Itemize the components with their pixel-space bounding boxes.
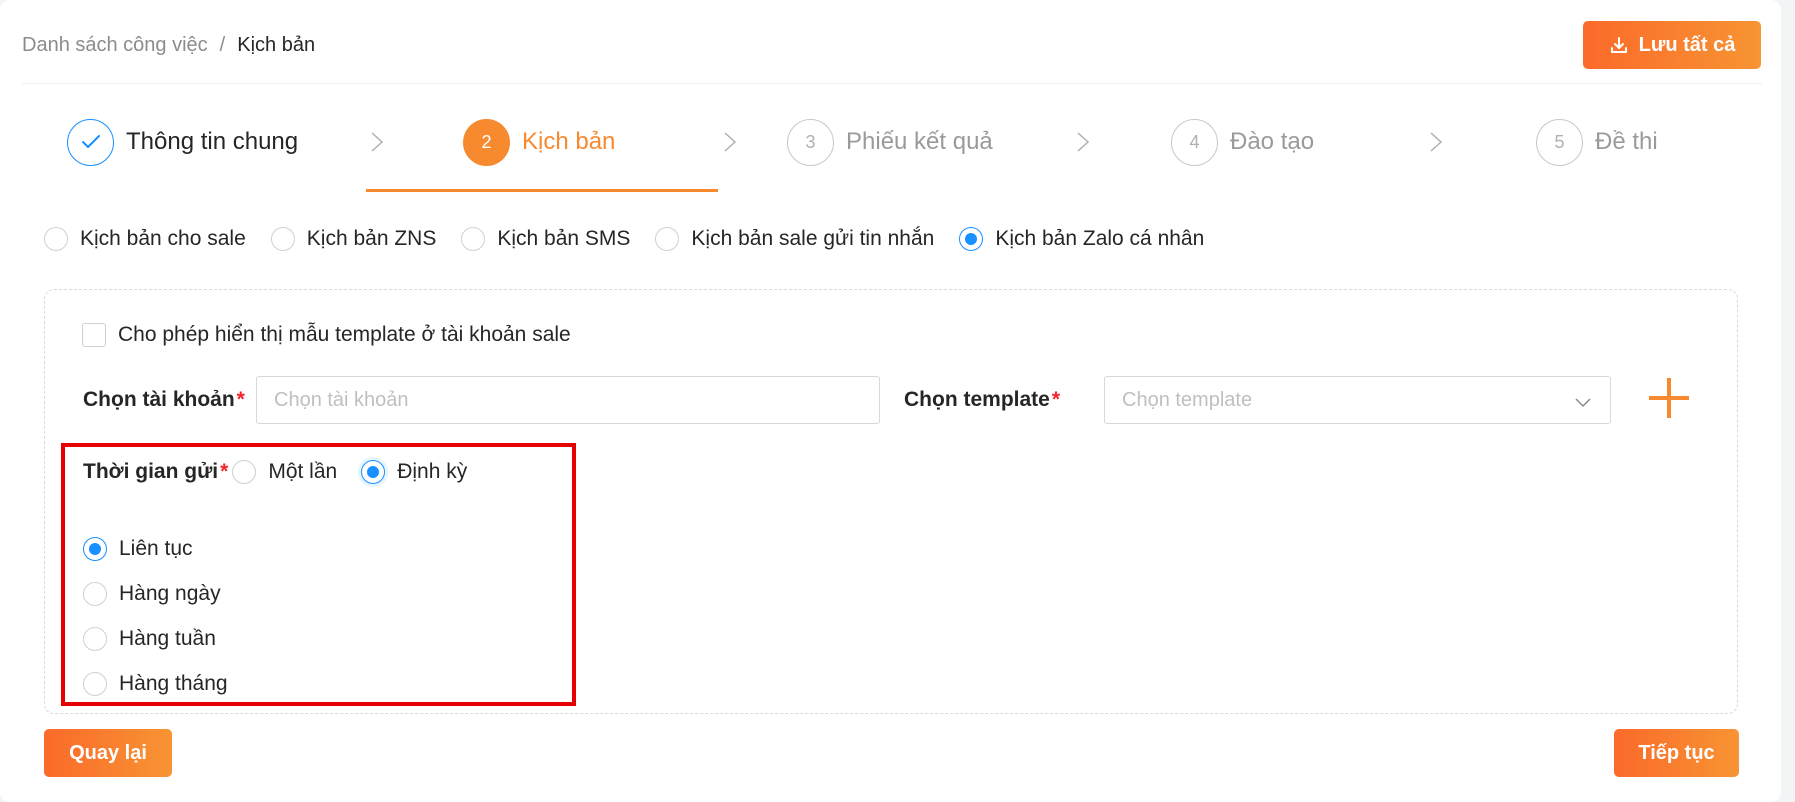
step-1-label: Thông tin chung: [126, 128, 299, 155]
plus-icon[interactable]: [1646, 375, 1692, 421]
step-exam[interactable]: 5 Đề thi: [1536, 118, 1658, 166]
step-general-info[interactable]: Thông tin chung: [67, 118, 298, 166]
account-placeholder: Chọn tài khoản: [274, 388, 409, 411]
radio-label: Định kỳ: [397, 460, 468, 483]
template-label-text: Chọn template: [904, 388, 1050, 411]
main-card: Danh sách công việc / Kịch bản Lưu tất c…: [0, 0, 1781, 802]
checkbox-label: Cho phép hiển thị mẫu template ở tài kho…: [118, 323, 571, 346]
radio-label: Kịch bản SMS: [497, 227, 631, 250]
page-scrollbar[interactable]: [1781, 0, 1795, 802]
back-button[interactable]: Quay lại: [44, 729, 172, 777]
radio-label: Kịch bản ZNS: [306, 227, 437, 250]
step-5-label: Đề thi: [1595, 128, 1658, 155]
radio-script-sms[interactable]: Kịch bản SMS: [461, 227, 630, 251]
radio-circle[interactable]: [461, 227, 486, 251]
radio-circle[interactable]: [83, 581, 107, 606]
breadcrumb-separator: /: [219, 34, 226, 56]
header-divider: [22, 83, 1762, 84]
radio-label: Liên tục: [119, 536, 193, 560]
step-3-circle: 3: [787, 118, 834, 166]
required-mark: *: [236, 388, 245, 411]
checkbox-box[interactable]: [82, 323, 106, 347]
radio-frequency-daily[interactable]: Hàng ngày: [83, 571, 228, 616]
chevron-right-icon: [1077, 132, 1090, 152]
frequency-radio-group: Liên tục Hàng ngày Hàng tuần Hàng tháng: [83, 526, 228, 706]
step-3-label: Phiếu kết quả: [846, 128, 993, 155]
show-template-checkbox[interactable]: Cho phép hiển thị mẫu template ở tài kho…: [82, 323, 571, 347]
radio-circle[interactable]: [270, 227, 295, 251]
radio-circle[interactable]: [83, 671, 107, 696]
radio-circle[interactable]: [655, 227, 680, 251]
account-label-text: Chọn tài khoản: [83, 388, 235, 411]
radio-circle[interactable]: [232, 460, 257, 484]
radio-frequency-monthly[interactable]: Hàng tháng: [83, 661, 228, 706]
radio-circle[interactable]: [83, 626, 107, 651]
account-field-label: Chọn tài khoản*: [83, 388, 245, 412]
radio-circle-checked[interactable]: [83, 536, 107, 561]
send-time-row: Thời gian gửi* Một lần Định kỳ: [83, 460, 467, 484]
save-all-label: Lưu tất cả: [1638, 33, 1736, 56]
template-select[interactable]: Chọn template: [1104, 376, 1611, 424]
required-mark: *: [220, 460, 229, 483]
radio-label: Hàng tuần: [119, 626, 216, 650]
radio-circle-checked[interactable]: [361, 460, 386, 484]
chevron-right-icon: [724, 132, 737, 152]
step-4-label: Đào tạo: [1230, 128, 1315, 155]
active-step-underline: [366, 189, 718, 192]
radio-script-zns[interactable]: Kịch bản ZNS: [270, 227, 437, 251]
send-time-label-text: Thời gian gửi: [83, 460, 219, 483]
radio-label: Kịch bản sale gửi tin nhắn: [691, 227, 935, 250]
download-icon: [1610, 37, 1627, 53]
radio-circle[interactable]: [44, 227, 68, 251]
chevron-right-icon: [371, 132, 384, 152]
radio-label: Kịch bản cho sale: [80, 227, 246, 250]
account-select-input[interactable]: Chọn tài khoản: [256, 376, 880, 424]
next-button[interactable]: Tiếp tục: [1614, 729, 1739, 777]
breadcrumb: Danh sách công việc / Kịch bản: [22, 34, 315, 57]
step-result-sheet[interactable]: 3 Phiếu kết quả: [787, 118, 993, 166]
step-2-circle: 2: [463, 118, 510, 166]
radio-script-zalo-personal[interactable]: Kịch bản Zalo cá nhân: [959, 227, 1204, 251]
save-all-button[interactable]: Lưu tất cả: [1583, 21, 1761, 69]
chevron-down-icon: [1575, 398, 1591, 408]
radio-script-sale[interactable]: Kịch bản cho sale: [44, 227, 246, 251]
check-icon: [81, 135, 100, 148]
send-time-label: Thời gian gửi*: [83, 460, 228, 484]
step-5-circle: 5: [1536, 118, 1583, 166]
template-field-label: Chọn template*: [904, 388, 1060, 412]
radio-label: Hàng ngày: [119, 581, 221, 605]
step-2-label: Kịch bản: [522, 128, 616, 155]
step-4-circle: 4: [1171, 118, 1218, 166]
step-script[interactable]: 2 Kịch bản: [463, 118, 615, 166]
required-mark: *: [1051, 388, 1061, 411]
breadcrumb-parent-link[interactable]: Danh sách công việc: [22, 34, 208, 57]
breadcrumb-current: Kịch bản: [237, 34, 316, 56]
script-type-radio-group: Kịch bản cho sale Kịch bản ZNS Kịch bản …: [44, 227, 1229, 251]
radio-frequency-weekly[interactable]: Hàng tuần: [83, 616, 228, 661]
step-1-circle: [67, 118, 114, 166]
radio-frequency-continuous[interactable]: Liên tục: [83, 526, 228, 571]
radio-label: Kịch bản Zalo cá nhân: [995, 227, 1205, 250]
template-placeholder: Chọn template: [1122, 388, 1253, 411]
chevron-right-icon: [1430, 132, 1443, 152]
radio-circle-checked[interactable]: [959, 227, 984, 251]
radio-send-once[interactable]: Một lần: [232, 460, 337, 484]
radio-script-sale-message[interactable]: Kịch bản sale gửi tin nhắn: [655, 227, 934, 251]
radio-label: Hàng tháng: [119, 671, 228, 695]
step-training[interactable]: 4 Đào tạo: [1171, 118, 1314, 166]
radio-label: Một lần: [268, 460, 338, 483]
radio-send-periodic[interactable]: Định kỳ: [361, 460, 467, 484]
